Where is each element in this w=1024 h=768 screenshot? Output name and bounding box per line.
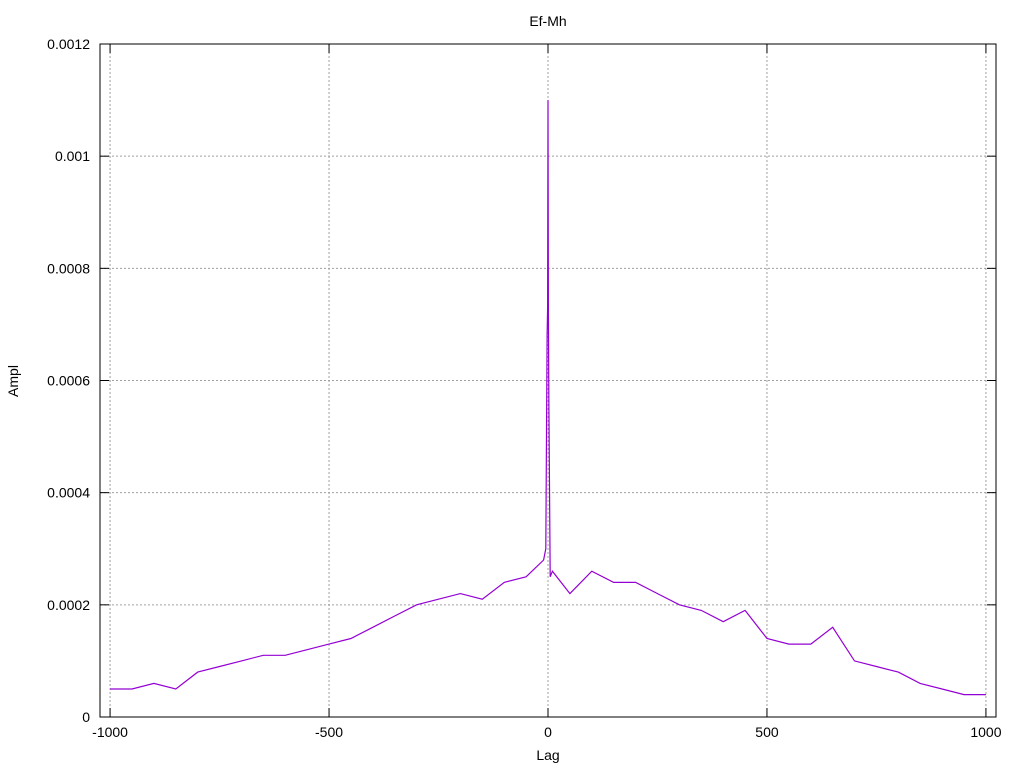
y-tick-label: 0.0006 <box>47 373 90 389</box>
x-tick-label: -1000 <box>92 724 128 740</box>
x-tick-label: 1000 <box>970 724 1001 740</box>
x-axis-label: Lag <box>536 747 559 763</box>
y-axis-label: Ampl <box>5 365 21 397</box>
x-tick-label: 0 <box>544 724 552 740</box>
chart-title: Ef-Mh <box>529 13 566 29</box>
x-tick-label: -500 <box>315 724 343 740</box>
y-tick-label: 0.0012 <box>47 36 90 52</box>
y-tick-label: 0.001 <box>55 148 90 164</box>
y-tick-label: 0.0002 <box>47 597 90 613</box>
ticks: -1000 -500 0 500 1000 0 0.0002 0.0004 0.0006 0.00… <box>47 36 1002 740</box>
chart: -1000 -500 0 500 1000 0 0.0002 0.0004 0.0006 0.00… <box>5 13 1002 763</box>
y-tick-label: 0.0004 <box>47 485 90 501</box>
y-tick-label: 0.0008 <box>47 260 90 276</box>
y-tick-label: 0 <box>82 709 90 725</box>
x-tick-label: 500 <box>755 724 779 740</box>
